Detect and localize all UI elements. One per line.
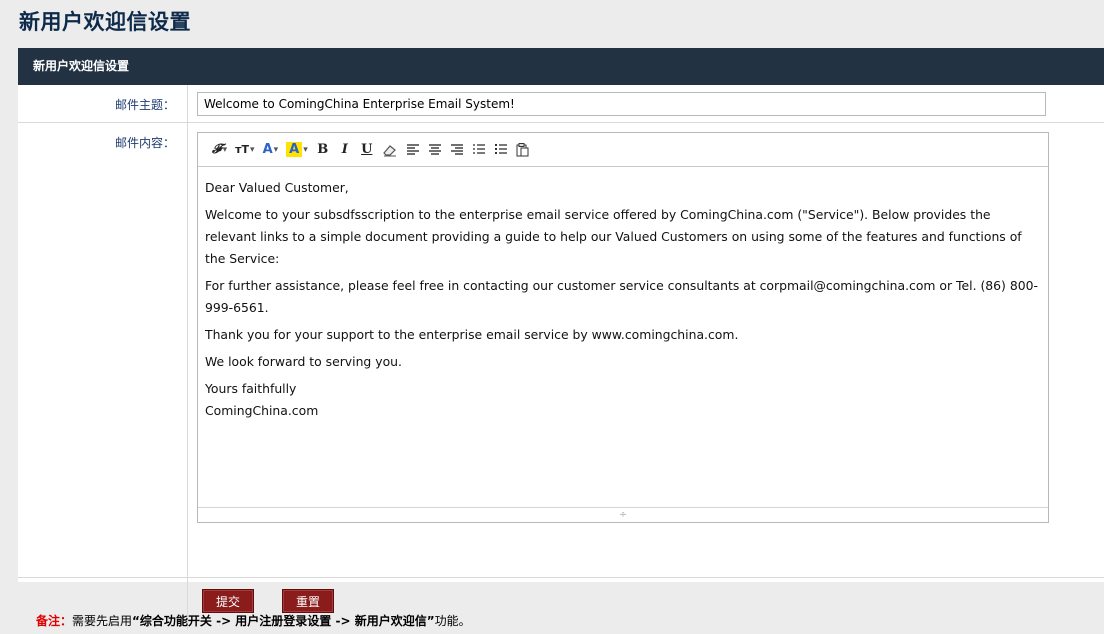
resize-handle-icon[interactable]: ÷ (198, 507, 1048, 522)
panel-header: 新用户欢迎信设置 (18, 48, 1104, 85)
paragraph-welcome: Welcome to your subsdfsscription to the … (205, 207, 1022, 266)
content-label: 邮件内容： (18, 123, 188, 577)
paragraph-greeting: Dear Valued Customer, (205, 180, 349, 195)
closing-line-1: Yours faithfully (205, 381, 297, 396)
bg-color-button[interactable]: A (284, 140, 310, 160)
align-right-icon[interactable] (448, 140, 466, 160)
note-path: “综合功能开关 -> 用户注册登录设置 -> 新用户欢迎信” (132, 614, 435, 628)
paragraph-thanks: Thank you for your support to the enterp… (205, 327, 739, 342)
italic-icon[interactable]: I (336, 140, 354, 160)
content-row: 邮件内容： 𝓕 тT A A B I U (18, 123, 1104, 578)
bold-icon[interactable]: B (314, 140, 332, 160)
unordered-list-icon[interactable] (492, 140, 510, 160)
reset-button[interactable]: 重置 (282, 589, 335, 613)
underline-icon[interactable]: U (358, 140, 376, 160)
settings-panel: 新用户欢迎信设置 邮件主题： 邮件内容： 𝓕 тT A A B I U (18, 48, 1104, 630)
font-size-icon[interactable]: тT (233, 140, 256, 160)
closing-line-2: ComingChina.com (205, 403, 319, 418)
align-left-icon[interactable] (404, 140, 422, 160)
font-family-icon[interactable]: 𝓕 (210, 140, 229, 160)
subject-row: 邮件主题： (18, 85, 1104, 123)
bg-color-icon: A (286, 142, 303, 157)
submit-button[interactable]: 提交 (202, 589, 255, 613)
rich-text-editor: 𝓕 тT A A B I U (197, 132, 1049, 523)
editor-content[interactable]: Dear Valued Customer, Welcome to your su… (198, 167, 1048, 507)
paragraph-assistance: For further assistance, please feel free… (205, 278, 1038, 315)
note-prefix: 需要先启用 (72, 614, 133, 628)
subject-input[interactable] (197, 92, 1046, 116)
note-label: 备注： (36, 614, 73, 628)
note: 备注：需要先启用“综合功能开关 -> 用户注册登录设置 -> 新用户欢迎信”功能… (36, 612, 471, 629)
paragraph-forward: We look forward to serving you. (205, 354, 402, 369)
note-suffix: 功能。 (434, 614, 471, 628)
editor-toolbar: 𝓕 тT A A B I U (198, 133, 1048, 167)
text-color-icon[interactable]: A (261, 140, 281, 160)
eraser-icon[interactable] (380, 140, 400, 160)
paste-icon[interactable] (514, 140, 532, 160)
ordered-list-icon[interactable] (470, 140, 488, 160)
page-title: 新用户欢迎信设置 (19, 10, 191, 34)
subject-label: 邮件主题： (18, 85, 188, 122)
align-center-icon[interactable] (426, 140, 444, 160)
